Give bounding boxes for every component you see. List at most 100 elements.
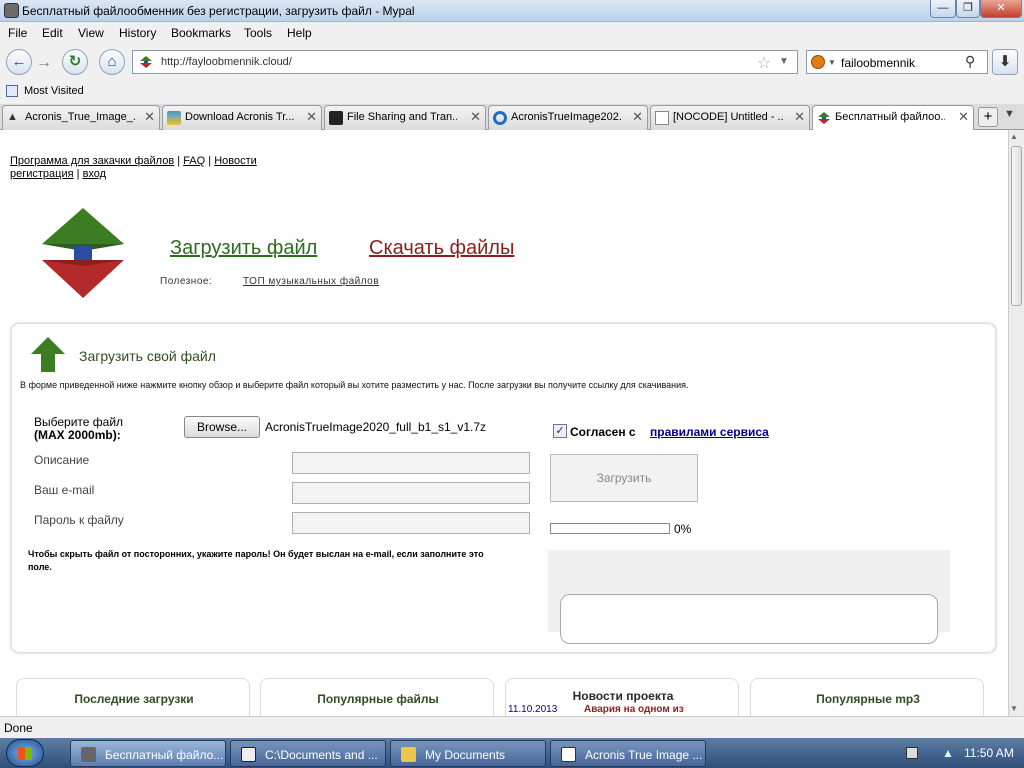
- tab-bar: ▲ Acronis_True_Image_... ✕ Download Acro…: [0, 104, 1024, 131]
- scroll-down-icon[interactable]: ▼: [1010, 704, 1018, 713]
- description-input[interactable]: [292, 452, 530, 474]
- document-icon: [655, 111, 669, 125]
- menu-bar: File Edit View History Bookmarks Tools H…: [0, 22, 1024, 44]
- bookmark-star-icon[interactable]: ☆: [757, 53, 771, 73]
- most-visited-link[interactable]: Most Visited: [24, 85, 84, 97]
- search-box[interactable]: ▼ failoobmennik ⚲: [806, 50, 988, 74]
- download-program-link[interactable]: Программа для закачки файлов: [10, 155, 174, 167]
- engine-dropdown-icon[interactable]: ▼: [828, 58, 836, 67]
- menu-history[interactable]: History: [119, 26, 156, 40]
- upload-result-box: [560, 594, 938, 644]
- upload-progress-bar: [550, 523, 670, 534]
- top-links: Программа для закачки файлов | FAQ | Нов…: [10, 155, 257, 180]
- scroll-thumb[interactable]: [1011, 146, 1022, 306]
- bookmarks-toolbar: Most Visited: [0, 80, 1024, 104]
- tab-fayloobmennik[interactable]: Бесплатный файлоо... ✕: [812, 105, 974, 131]
- url-dropdown-icon[interactable]: ▼: [779, 56, 789, 67]
- agree-label: Согласен с: [570, 425, 636, 439]
- download-icon[interactable]: ⬇: [992, 49, 1018, 75]
- tab-close-icon[interactable]: ✕: [794, 109, 805, 125]
- network-tray-icon[interactable]: ▲: [942, 746, 956, 760]
- back-icon[interactable]: ←: [6, 49, 32, 75]
- menu-view[interactable]: View: [78, 26, 104, 40]
- site-logo[interactable]: [38, 206, 128, 300]
- close-button[interactable]: ✕: [980, 0, 1022, 18]
- tab-label: Бесплатный файлоо...: [835, 111, 945, 123]
- page-scrollbar[interactable]: ▲ ▼: [1008, 130, 1024, 716]
- password-input[interactable]: [292, 512, 530, 534]
- menu-edit[interactable]: Edit: [42, 26, 63, 40]
- tab-close-icon[interactable]: ✕: [306, 109, 317, 125]
- task-browser[interactable]: Бесплатный файло...: [70, 740, 226, 767]
- search-engine-icon[interactable]: [811, 55, 825, 69]
- email-input[interactable]: [292, 482, 530, 504]
- popular-mp3-box: Популярные mp3: [750, 678, 984, 716]
- tab-acronis-true-image[interactable]: ▲ Acronis_True_Image_... ✕: [2, 105, 160, 130]
- tab-download-acronis[interactable]: Download Acronis Tr... ✕: [162, 105, 322, 130]
- tab-nocode-untitled[interactable]: [NOCODE] Untitled - ... ✕: [650, 105, 810, 130]
- task-my-documents[interactable]: My Documents: [390, 740, 546, 767]
- upload-button[interactable]: Загрузить: [550, 454, 698, 502]
- news-title-link[interactable]: Авария на одном из: [584, 704, 684, 715]
- browse-button[interactable]: Browse...: [184, 416, 260, 438]
- download-site-icon: [167, 111, 181, 125]
- site-favicon-icon: [140, 56, 152, 68]
- tab-close-icon[interactable]: ✕: [958, 109, 969, 125]
- forward-icon[interactable]: →: [36, 54, 52, 72]
- menu-file[interactable]: File: [8, 26, 27, 40]
- maximize-button[interactable]: ❐: [956, 0, 980, 18]
- task-7zip[interactable]: C:\Documents and ...: [230, 740, 386, 767]
- progress-percent: 0%: [674, 522, 692, 536]
- agree-checkbox[interactable]: ✓: [553, 424, 567, 438]
- tab-label: Acronis_True_Image_...: [25, 111, 135, 123]
- acronis-app-icon: [561, 747, 576, 762]
- choose-file-label: Выберите файл: [34, 415, 124, 429]
- register-link[interactable]: регистрация: [10, 168, 74, 180]
- scroll-up-icon[interactable]: ▲: [1010, 132, 1018, 141]
- latest-uploads-box: Последние загрузки: [16, 678, 250, 716]
- menu-help[interactable]: Help: [287, 26, 312, 40]
- window-title: Бесплатный файлообменник без регистрации…: [22, 4, 415, 18]
- popular-files-heading: Популярные файлы: [317, 692, 439, 706]
- url-bar[interactable]: http://fayloobmennik.cloud/ ☆ ▼: [132, 50, 798, 74]
- home-icon[interactable]: ⌂: [99, 49, 125, 75]
- menu-bookmarks[interactable]: Bookmarks: [171, 26, 231, 40]
- keyboard-tray-icon[interactable]: [906, 747, 918, 759]
- acronis-icon: [493, 111, 507, 125]
- max-size-label: (MAX 2000mb):: [34, 428, 121, 442]
- tab-close-icon[interactable]: ✕: [144, 109, 155, 125]
- task-acronis[interactable]: Acronis True Image ...: [550, 740, 706, 767]
- top-music-link[interactable]: ТОП музыкальных файлов: [243, 276, 379, 287]
- menu-tools[interactable]: Tools: [244, 26, 272, 40]
- search-icon[interactable]: ⚲: [965, 53, 975, 70]
- tab-file-sharing[interactable]: File Sharing and Tran... ✕: [324, 105, 486, 130]
- tab-close-icon[interactable]: ✕: [470, 109, 481, 125]
- system-clock: 11:50 AM: [964, 746, 1014, 760]
- upload-heading: Загрузить свой файл: [79, 348, 216, 364]
- download-files-nav-link[interactable]: Скачать файлы: [369, 237, 514, 260]
- news-date: 11.10.2013: [508, 704, 558, 715]
- page-content: Программа для закачки файлов | FAQ | Нов…: [0, 130, 1008, 716]
- windows-logo-icon: [18, 747, 32, 760]
- tab-close-icon[interactable]: ✕: [632, 109, 643, 125]
- password-note: Чтобы скрыть файл от посторонних, укажит…: [28, 549, 484, 572]
- minimize-button[interactable]: —: [930, 0, 956, 18]
- new-tab-icon[interactable]: +: [978, 107, 998, 127]
- search-input[interactable]: failoobmennik: [841, 56, 915, 70]
- login-link[interactable]: вход: [83, 168, 107, 180]
- faq-link[interactable]: FAQ: [183, 155, 205, 167]
- file-sharing-icon: [329, 111, 343, 125]
- start-button[interactable]: [6, 739, 44, 767]
- tab-acronis-2020[interactable]: AcronisTrueImage202... ✕: [488, 105, 648, 130]
- upload-file-nav-link[interactable]: Загрузить файл: [170, 237, 317, 260]
- task-label: Бесплатный файло...: [105, 748, 224, 762]
- tab-list-icon[interactable]: ▼: [1004, 108, 1015, 120]
- reload-icon[interactable]: ↻: [62, 49, 88, 75]
- news-link[interactable]: Новости: [214, 155, 257, 167]
- task-label: C:\Documents and ...: [265, 748, 378, 762]
- rules-link[interactable]: правилами сервиса: [650, 425, 769, 439]
- status-text: Done: [4, 721, 33, 735]
- tab-label: Download Acronis Tr...: [185, 111, 295, 123]
- browser-app-icon: [81, 747, 96, 762]
- email-label: Ваш e-mail: [34, 483, 95, 497]
